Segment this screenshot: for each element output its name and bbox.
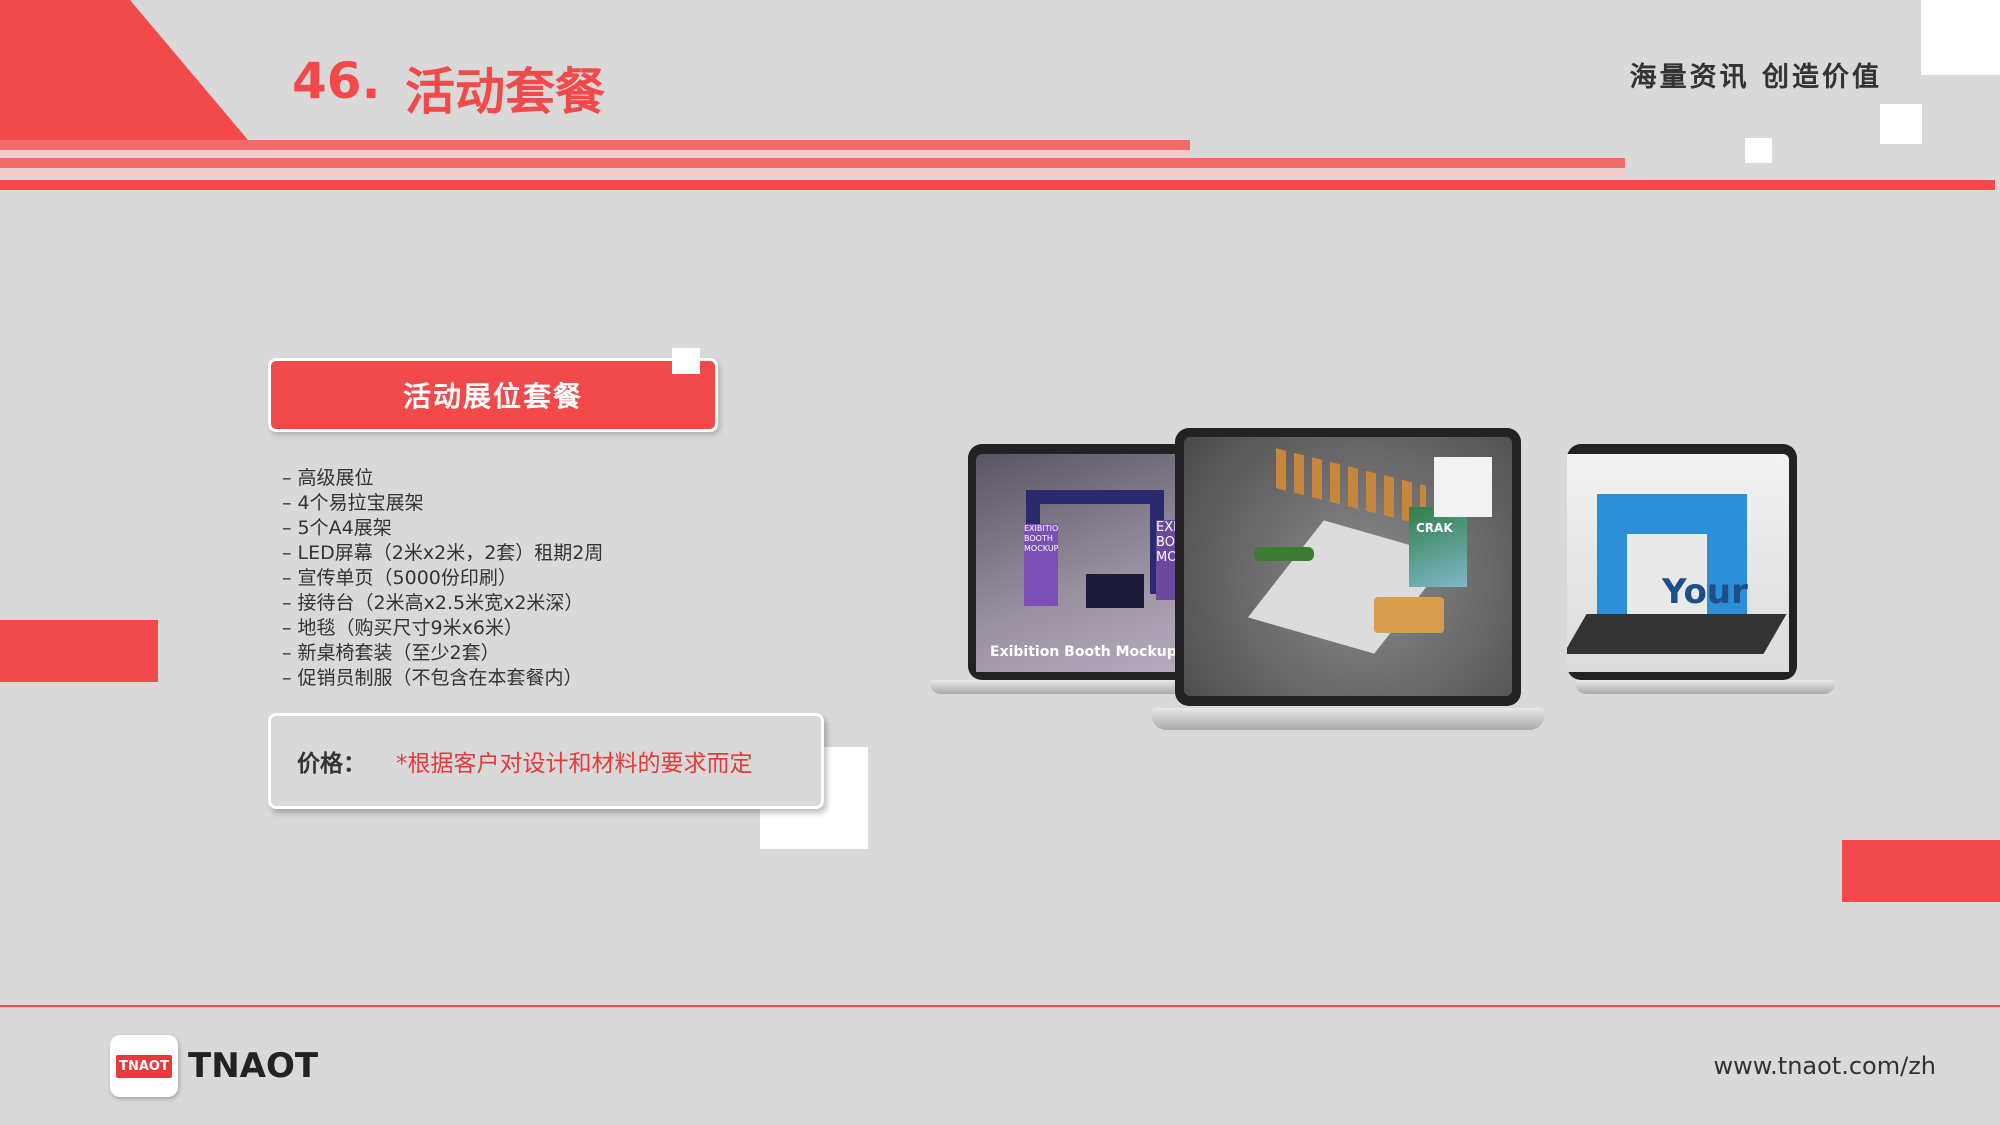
package-title-button[interactable]: 活动展位套餐 bbox=[268, 358, 718, 432]
feature-item: 4个易拉宝展架 bbox=[282, 491, 603, 516]
white-square-mid-right bbox=[1880, 104, 1922, 144]
slide-title: 活动套餐 bbox=[405, 63, 605, 121]
price-label: 价格： bbox=[297, 751, 366, 777]
feature-item: 地毯（购买尺寸9米x6米） bbox=[282, 616, 603, 641]
price-box: 价格： *根据客户对设计和材料的要求而定 bbox=[268, 713, 824, 809]
feature-list: 高级展位 4个易拉宝展架 5个A4展架 LED屏幕（2米x2米，2套）租期2周 … bbox=[282, 466, 604, 691]
stripe-3 bbox=[0, 180, 1995, 190]
booth-poster: EXIBITION BOOTH MOCKUP bbox=[1024, 524, 1058, 606]
website-url[interactable]: www.tnaot.com/zh bbox=[1713, 1052, 1936, 1080]
hedge-left bbox=[1254, 547, 1314, 561]
center-laptop-screen: CRAK bbox=[1175, 428, 1521, 706]
booth-counter bbox=[1086, 574, 1144, 608]
laptop-mockups: EXIBITION BOOTH MOCKUP EXIB BOO MOC Exib… bbox=[930, 428, 1835, 758]
white-square-small bbox=[1745, 138, 1772, 163]
right-booth-text: Your bbox=[1662, 572, 1748, 612]
price-note: *根据客户对设计和材料的要求而定 bbox=[396, 751, 753, 777]
white-tower bbox=[1434, 457, 1492, 517]
left-screen-image: EXIBITION BOOTH MOCKUP EXIB BOO MOC Exib… bbox=[976, 454, 1198, 672]
center-brand-text: CRAK bbox=[1416, 521, 1453, 535]
logo-badge: TNAOT bbox=[116, 1054, 172, 1078]
slide-number: 46. bbox=[292, 52, 381, 110]
center-screen-image: CRAK bbox=[1184, 437, 1512, 696]
feature-item: 接待台（2米高x2.5米宽x2米深） bbox=[282, 591, 603, 616]
feature-item: 5个A4展架 bbox=[282, 516, 603, 541]
right-screen-image: Your bbox=[1567, 454, 1789, 672]
logo-wordmark: TNAOT bbox=[188, 1046, 319, 1086]
feature-item: 促销员制服（不包含在本套餐内） bbox=[282, 666, 603, 691]
tnaot-logo-icon[interactable]: TNAOT bbox=[110, 1035, 178, 1097]
booth-floor bbox=[1567, 614, 1787, 654]
left-red-block bbox=[0, 620, 158, 682]
button-corner-square bbox=[672, 348, 700, 374]
wooden-pergola bbox=[1276, 448, 1426, 526]
green-wall bbox=[1409, 507, 1467, 587]
feature-item: 高级展位 bbox=[282, 466, 603, 491]
corner-red-triangle bbox=[0, 0, 248, 140]
reception-counter bbox=[1374, 597, 1444, 633]
stripe-1 bbox=[0, 140, 1190, 150]
left-laptop-screen: EXIBITION BOOTH MOCKUP EXIB BOO MOC Exib… bbox=[968, 444, 1198, 680]
white-square-top-right bbox=[1921, 0, 2000, 75]
right-laptop-screen: Your bbox=[1567, 444, 1797, 680]
left-screen-caption: Exibition Booth Mockup bbox=[990, 644, 1177, 660]
feature-item: LED屏幕（2米x2米，2套）租期2周 bbox=[282, 541, 604, 566]
right-red-block bbox=[1842, 840, 2000, 902]
tagline: 海量资讯 创造价值 bbox=[1629, 62, 1882, 93]
stripe-white-2 bbox=[0, 170, 1625, 176]
right-laptop-base bbox=[1575, 680, 1835, 694]
feature-item: 新桌椅套装（至少2套） bbox=[282, 641, 603, 666]
stripe-2 bbox=[0, 158, 1625, 168]
left-laptop-base bbox=[930, 680, 1190, 694]
footer-divider bbox=[0, 1005, 2000, 1007]
feature-item: 宣传单页（5000份印刷） bbox=[282, 566, 603, 591]
center-laptop-base bbox=[1152, 708, 1544, 730]
stripe-white-1 bbox=[0, 150, 1190, 156]
